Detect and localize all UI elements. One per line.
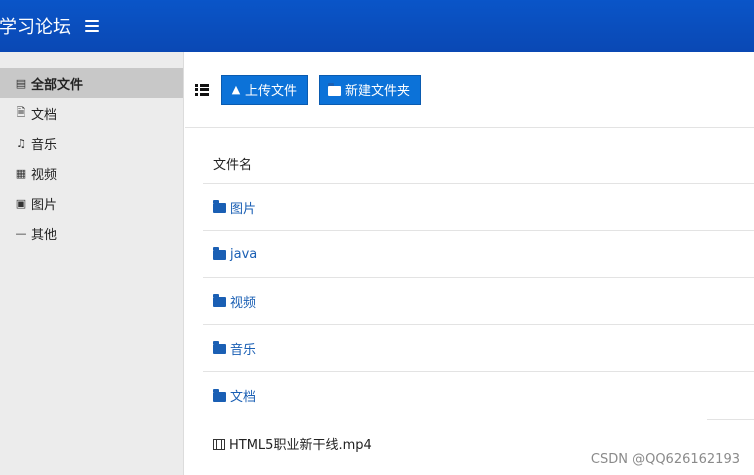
new-folder-button-label: 新建文件夹 [345,84,411,99]
sidebar-item-label: 全部文件 [31,77,84,93]
sidebar-item-label: 文档 [31,107,58,123]
file-name-link[interactable]: 文档 [230,386,256,405]
column-header-filename[interactable]: 文件名 [213,154,252,173]
file-name-link[interactable]: HTML5职业新干线.mp4 [229,434,372,453]
file-list: 图片 java 视频 音乐 文档 HTML5职业新干线.mp4 [203,184,754,467]
music-icon: ♫ [16,136,26,150]
new-folder-button[interactable]: 新建文件夹 [319,74,422,105]
table-row[interactable]: 图片 [203,184,754,231]
sidebar-item-music[interactable]: ♫ 音乐 [0,128,183,158]
sidebar-item-label: 音乐 [31,137,58,153]
app-window: 学习论坛 ▤ 全部文件 🗎 文档 ♫ 音乐 ▦ 视频 ▣ 图片 — 其他 ▲ 上… [0,0,754,475]
table-row[interactable]: java [203,231,754,278]
upload-icon: ▲ [231,83,241,96]
minus-icon: — [15,226,27,240]
list-icon[interactable] [195,83,209,96]
sidebar-item-documents[interactable]: 🗎 文档 [0,98,183,128]
drive-icon: ▤ [15,76,27,90]
picture-icon: ▣ [15,196,27,210]
watermark-text: CSDN @QQ626162193 [590,452,740,467]
folder-icon [213,341,226,354]
table-row[interactable]: 文档 [203,372,754,419]
folder-icon [213,247,226,260]
sidebar-item-label: 其他 [31,227,58,243]
folder-icon [213,294,226,307]
sidebar-item-other[interactable]: — 其他 [0,218,183,248]
file-name-link[interactable]: 图片 [230,198,256,217]
file-name-link[interactable]: 视频 [230,292,256,311]
top-header: 学习论坛 [0,0,754,52]
upload-button[interactable]: ▲ 上传文件 [221,74,309,105]
film-icon [213,439,225,450]
file-name-link[interactable]: 音乐 [230,339,256,358]
film-icon: ▦ [15,166,27,180]
sidebar-item-video[interactable]: ▦ 视频 [0,158,183,188]
toolbar: ▲ 上传文件 新建文件夹 [185,52,754,128]
file-name-link[interactable]: java [230,247,257,262]
sidebar-item-label: 视频 [31,167,58,183]
main-content: ▲ 上传文件 新建文件夹 文件名 图片 java 视频 音乐 文档 HTML5职… [185,52,754,475]
folder-icon [213,388,226,402]
folder-icon [328,82,342,96]
folder-icon [213,200,226,213]
table-row[interactable]: 视频 [203,278,754,325]
upload-button-label: 上传文件 [245,84,298,99]
sidebar-item-label: 图片 [31,197,58,213]
site-brand[interactable]: 学习论坛 [0,13,71,39]
sidebar-item-pictures[interactable]: ▣ 图片 [0,188,183,218]
document-icon: 🗎 [16,105,26,119]
hamburger-icon[interactable] [85,20,99,32]
file-table-header: 文件名 [203,128,754,184]
table-row[interactable]: 音乐 [203,325,754,372]
sidebar: ▤ 全部文件 🗎 文档 ♫ 音乐 ▦ 视频 ▣ 图片 — 其他 [0,52,184,475]
sidebar-item-all-files[interactable]: ▤ 全部文件 [0,68,183,98]
